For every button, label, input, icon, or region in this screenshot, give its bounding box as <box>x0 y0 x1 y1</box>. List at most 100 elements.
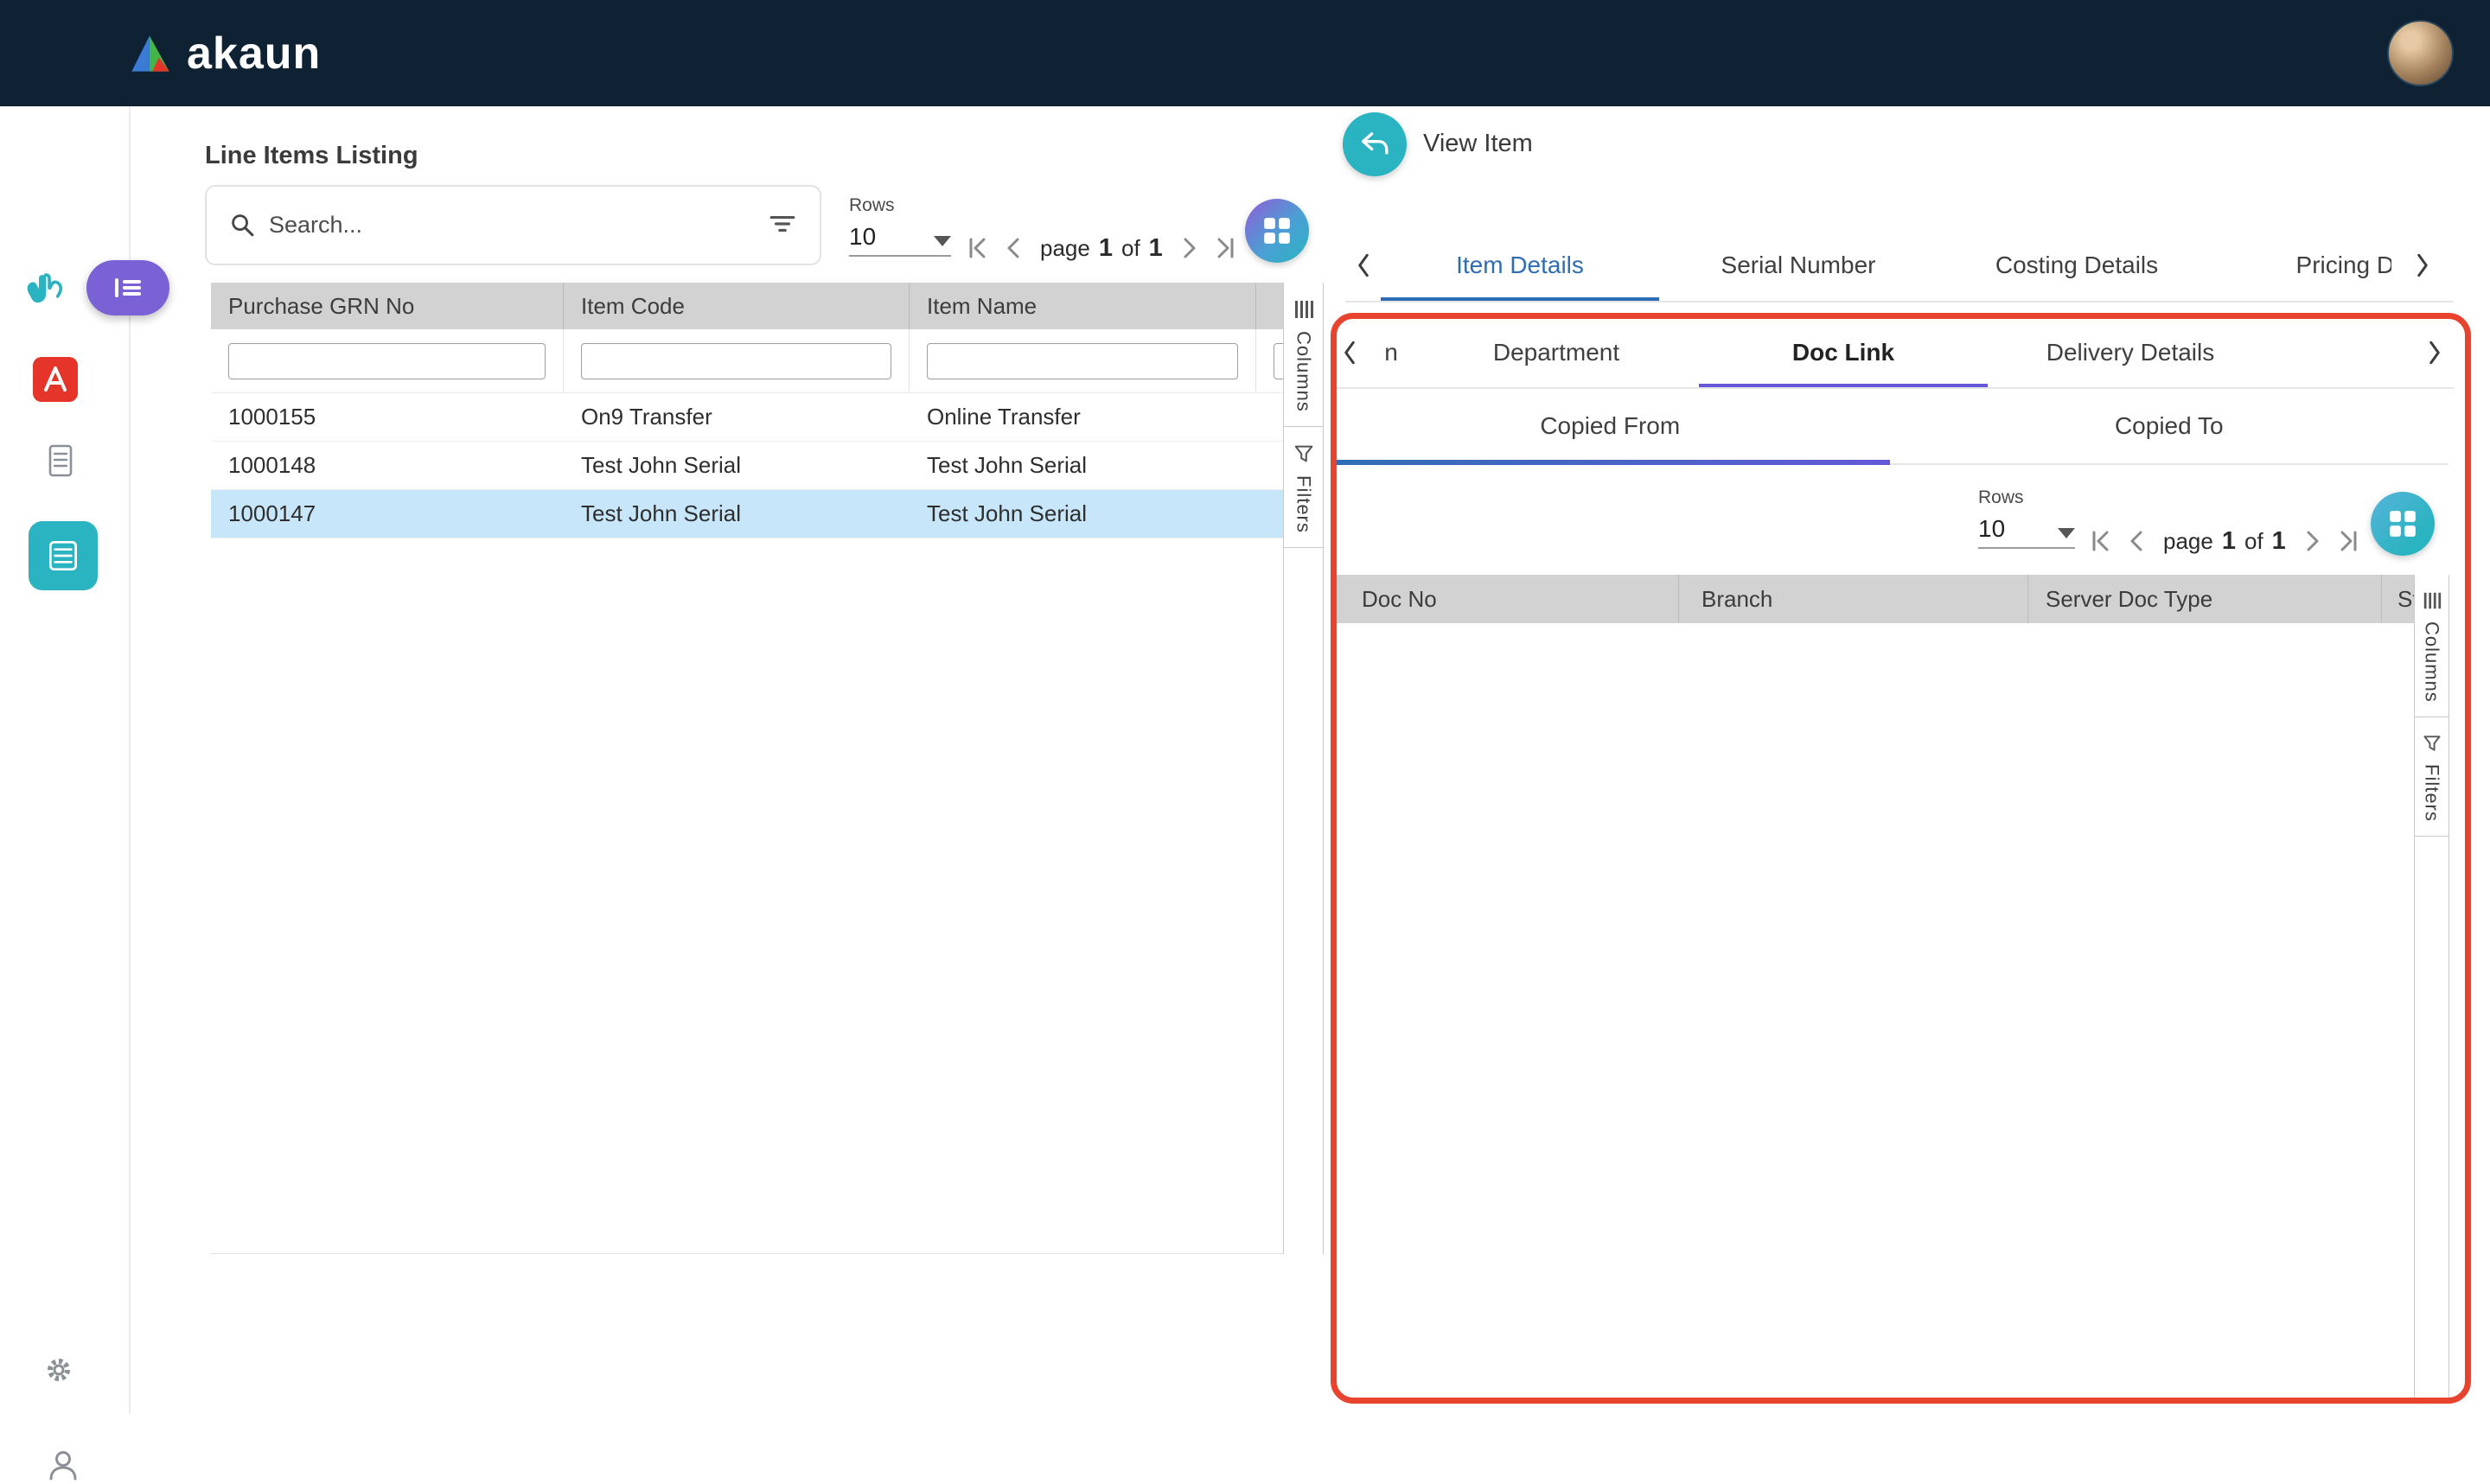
sidebar-item-line-items-active[interactable] <box>29 521 98 590</box>
column-header: Item Code <box>564 283 910 329</box>
menu-toggle-icon <box>112 275 144 301</box>
filters-toggle[interactable]: Filters <box>1284 427 1323 548</box>
column-header: Doc No <box>1331 575 1679 623</box>
table-side-strip: Columns Filters <box>1283 283 1324 1254</box>
chevron-left-icon <box>1338 339 1361 366</box>
tabs-scroll-left-button[interactable] <box>1345 230 1381 301</box>
last-page-button[interactable] <box>2334 526 2364 556</box>
line-item-row[interactable]: 1000148 Test John Serial Test John Seria… <box>211 442 1283 490</box>
columns-toggle[interactable]: Columns <box>1284 283 1323 427</box>
sidebar <box>0 106 131 1414</box>
prev-page-icon <box>2123 527 2151 555</box>
search-input[interactable] <box>269 212 756 239</box>
filter-input-purchase-grn-no[interactable] <box>228 343 546 379</box>
tabs-scroll-right-button[interactable] <box>2391 230 2454 301</box>
chevron-right-icon <box>2423 339 2446 366</box>
document-icon <box>42 442 80 480</box>
columns-label: Columns <box>2421 621 2443 703</box>
next-page-icon <box>1175 234 1203 262</box>
grid-icon <box>2387 508 2418 539</box>
subtabs-scroll-left-button[interactable] <box>1331 317 1369 387</box>
sidebar-menu-toggle[interactable] <box>86 260 169 315</box>
logo-triangle-icon <box>128 32 173 75</box>
line-item-row[interactable]: 1000155 On9 Transfer Online Transfer <box>211 393 1283 442</box>
pdf-icon <box>31 355 80 404</box>
grid-icon <box>1261 215 1293 246</box>
table-filter-row <box>211 329 1283 393</box>
chevron-right-icon <box>2411 252 2434 279</box>
first-page-button[interactable] <box>2085 526 2115 556</box>
line-items-table: Purchase GRN No Item Code Item Name 1000… <box>211 283 1283 1254</box>
next-page-button[interactable] <box>1174 233 1204 263</box>
tab-copied-from[interactable]: Copied From <box>1331 389 1890 463</box>
rows-per-page-control: Rows 10 <box>849 195 951 257</box>
column-header-partial <box>1256 283 1283 329</box>
prev-page-button[interactable] <box>999 233 1029 263</box>
list-module-icon <box>43 536 83 576</box>
columns-icon <box>1293 298 1315 321</box>
tab-department[interactable]: Department <box>1414 317 1699 387</box>
tab-costing-details[interactable]: Costing Details <box>1938 230 2216 301</box>
back-arrow-icon <box>1357 127 1392 162</box>
tab-pricing-details[interactable]: Pricing Det <box>2216 230 2391 301</box>
sidebar-item-settings[interactable] <box>40 1351 78 1389</box>
layout-grid-button[interactable] <box>2371 492 2435 556</box>
next-page-icon <box>2298 527 2326 555</box>
secondary-tab-bar: n Department Doc Link Delivery Details <box>1331 317 2454 389</box>
last-page-icon <box>1212 234 1240 262</box>
filters-toggle[interactable]: Filters <box>2415 717 2448 837</box>
sidebar-item-pdf[interactable] <box>31 355 80 404</box>
page-indicator: page1of1 <box>1040 234 1163 263</box>
tab-delivery-details[interactable]: Delivery Details <box>1988 317 2273 387</box>
subtabs-scroll-right-button[interactable] <box>2416 317 2454 387</box>
chevron-left-icon <box>1352 252 1375 279</box>
search-icon <box>229 212 257 239</box>
tab-serial-number[interactable]: Serial Number <box>1659 230 1938 301</box>
filters-label: Filters <box>1293 475 1315 533</box>
search-box <box>205 185 821 265</box>
pagination: page1of1 <box>962 226 1241 270</box>
top-bar: akaun <box>0 0 2490 106</box>
rows-per-page-select[interactable]: 10 <box>849 223 951 257</box>
line-item-row[interactable]: 1000147 Test John Serial Test John Seria… <box>211 490 1283 538</box>
column-header: Item Name <box>910 283 1256 329</box>
hands-icon <box>19 262 69 312</box>
last-page-button[interactable] <box>1211 233 1241 263</box>
first-page-icon <box>2086 527 2114 555</box>
tab-copied-to[interactable]: Copied To <box>1890 389 2449 463</box>
back-button[interactable] <box>1343 112 1407 176</box>
rows-label: Rows <box>1978 487 2075 508</box>
logo-text: akaun <box>187 28 321 80</box>
tab-item-details[interactable]: Item Details <box>1381 230 1659 301</box>
sidebar-item-profile[interactable] <box>44 1446 82 1484</box>
app-logo: akaun <box>128 0 321 106</box>
filter-input-item-name[interactable] <box>927 343 1238 379</box>
doc-link-table-header: Doc No Branch Server Doc Type St <box>1331 575 2414 623</box>
next-page-button[interactable] <box>2297 526 2327 556</box>
filter-input-item-code[interactable] <box>581 343 891 379</box>
tab-clipped[interactable]: n <box>1369 317 1414 387</box>
layout-grid-button[interactable] <box>1245 199 1309 263</box>
columns-label: Columns <box>1293 331 1315 412</box>
search-filter-button[interactable] <box>768 210 797 240</box>
sidebar-item-app-home[interactable] <box>17 258 71 315</box>
column-header: Purchase GRN No <box>211 283 564 329</box>
secondary-tabs: n Department Doc Link Delivery Details <box>1369 317 2416 387</box>
page-title: Line Items Listing <box>205 142 418 170</box>
primary-tabs: Item Details Serial Number Costing Detai… <box>1381 230 2391 301</box>
annotation-highlight <box>1331 313 2471 1404</box>
last-page-icon <box>2335 527 2363 555</box>
rows-per-page-select[interactable]: 10 <box>1978 515 2075 549</box>
first-page-button[interactable] <box>962 233 992 263</box>
pagination: page1of1 <box>2085 519 2364 563</box>
user-avatar[interactable] <box>2387 20 2454 86</box>
prev-page-button[interactable] <box>2123 526 2152 556</box>
tab-doc-link[interactable]: Doc Link <box>1699 317 1988 387</box>
columns-icon <box>2422 590 2442 611</box>
filters-funnel-icon <box>2422 733 2442 754</box>
rows-label: Rows <box>849 195 951 216</box>
profile-person-icon <box>44 1446 82 1484</box>
columns-toggle[interactable]: Columns <box>2415 575 2448 717</box>
first-page-icon <box>963 234 991 262</box>
sidebar-item-document[interactable] <box>42 442 80 480</box>
